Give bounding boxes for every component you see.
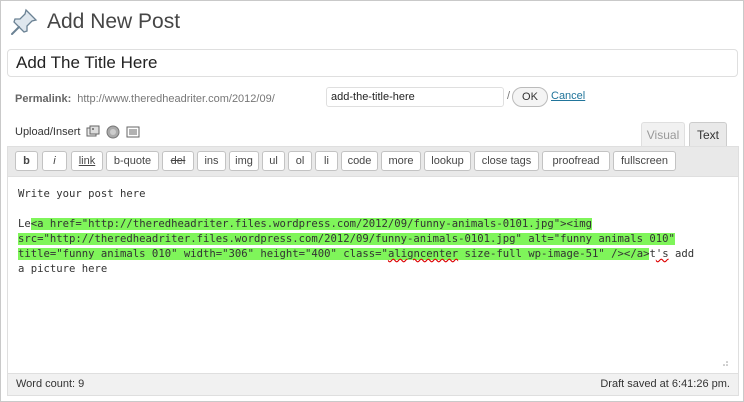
spellcheck-flagged-word: aligncenter — [387, 248, 459, 260]
page-title: Add New Post — [47, 10, 181, 33]
permalink-cancel-link[interactable]: Cancel — [551, 90, 585, 102]
quicktag-more-button[interactable]: more — [381, 151, 421, 171]
tab-text[interactable]: Text — [689, 122, 727, 146]
post-title-input[interactable] — [7, 49, 738, 77]
quicktag-img-button[interactable]: img — [229, 151, 259, 171]
permalink-slug-input[interactable] — [326, 87, 504, 107]
quicktag-bold-button[interactable]: b — [15, 151, 38, 171]
permalink-base-url: http://www.theredheadriter.com/2012/09/ — [77, 93, 275, 105]
quicktag-link-button[interactable]: link — [71, 151, 103, 171]
quicktags-toolbar: b i link b-quote del ins img ul ol li co… — [8, 147, 738, 177]
upload-insert-row: Upload/Insert — [15, 123, 140, 141]
content-line: src="http://theredheadriter.files.wordpr… — [18, 232, 718, 247]
post-editor: b i link b-quote del ins img ul ol li co… — [7, 146, 739, 396]
quicktag-lookup-button[interactable]: lookup — [424, 151, 471, 171]
quicktag-close-tags-button[interactable]: close tags — [474, 151, 539, 171]
quicktag-fullscreen-button[interactable]: fullscreen — [613, 151, 676, 171]
draft-saved-status: Draft saved at 6:41:26 pm. — [600, 378, 730, 390]
content-line: ​ — [18, 202, 718, 217]
content-text: add — [668, 248, 695, 260]
permalink-slash: / — [507, 90, 511, 102]
word-count: Word count: 9 — [16, 378, 85, 390]
add-media-icon[interactable] — [86, 125, 100, 139]
highlighted-html: src="http://theredheadriter.files.wordpr… — [18, 233, 675, 245]
permalink-row: Permalink: http://www.theredheadriter.co… — [15, 87, 585, 111]
highlighted-html: size-full wp-image-51" /></a> — [458, 248, 650, 260]
quicktag-code-button[interactable]: code — [341, 151, 378, 171]
content-line: a picture here — [18, 263, 108, 275]
resize-grip-icon[interactable] — [720, 359, 728, 367]
permalink-ok-button[interactable]: OK — [512, 87, 548, 107]
quicktag-li-button[interactable]: li — [315, 151, 338, 171]
quicktag-ins-button[interactable]: ins — [197, 151, 226, 171]
add-video-icon[interactable] — [106, 125, 120, 139]
page-header: Add New Post — [9, 5, 180, 39]
post-content-textarea[interactable]: Write your post here ​ Le<a href="http:/… — [18, 187, 718, 377]
quicktag-del-button[interactable]: del — [162, 151, 194, 171]
highlighted-html: <a href="http://theredheadriter.files.wo… — [30, 218, 593, 230]
content-line: Write your post here — [18, 188, 146, 200]
quicktag-bquote-button[interactable]: b-quote — [106, 151, 159, 171]
quicktag-proofread-button[interactable]: proofread — [542, 151, 610, 171]
editor-window: Add New Post Permalink: http://www.there… — [0, 0, 744, 402]
editor-status-bar: Word count: 9 Draft saved at 6:41:26 pm. — [8, 373, 738, 395]
pushpin-icon — [11, 8, 38, 35]
add-media-library-icon[interactable] — [126, 125, 140, 139]
quicktag-italic-button[interactable]: i — [42, 151, 67, 171]
spellcheck-flagged-word: 's — [655, 248, 669, 260]
content-text: Le — [18, 218, 31, 230]
quicktag-ol-button[interactable]: ol — [288, 151, 312, 171]
upload-insert-label: Upload/Insert — [15, 126, 81, 138]
permalink-label: Permalink: — [15, 93, 72, 105]
content-line: Le<a href="http://theredheadriter.files.… — [18, 217, 718, 232]
tab-visual[interactable]: Visual — [641, 122, 685, 146]
content-line: title="funny animals 010" width="306" he… — [18, 247, 718, 262]
quicktag-ul-button[interactable]: ul — [262, 151, 285, 171]
highlighted-html: title="funny animals 010" width="306" he… — [18, 248, 388, 260]
